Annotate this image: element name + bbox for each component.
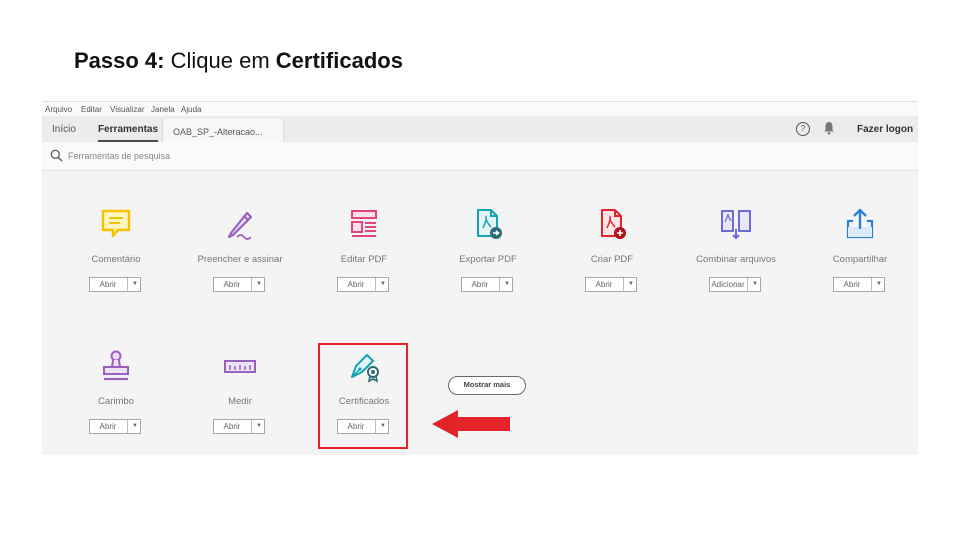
bell-icon[interactable]	[823, 121, 835, 140]
share-icon	[843, 207, 877, 241]
tool-label: Preencher e assinar	[197, 254, 283, 265]
open-dropdown[interactable]: Abrir ▼	[89, 419, 141, 434]
create-pdf-icon	[595, 207, 629, 241]
chevron-down-icon[interactable]: ▼	[127, 420, 142, 433]
chevron-down-icon[interactable]: ▼	[127, 278, 142, 291]
slide-title: Passo 4: Clique em Certificados	[74, 48, 403, 74]
tool-label: Editar PDF	[340, 254, 388, 265]
tab-bar: Início Ferramentas OAB_SP_-Alteracao... …	[42, 116, 918, 143]
tool-label: Compartilhar	[832, 254, 888, 265]
tool-label: Carimbo	[98, 396, 134, 407]
open-dropdown[interactable]: Abrir ▼	[213, 277, 265, 292]
tool-label: Certificados	[338, 396, 390, 407]
acrobat-screenshot: Arquivo Editar Visualizar Janela Ajuda I…	[42, 101, 918, 455]
login-link[interactable]: Fazer logon	[857, 124, 913, 135]
comment-icon	[99, 207, 133, 241]
add-dropdown[interactable]: Adicionar ▼	[709, 277, 761, 292]
open-dropdown[interactable]: Abrir ▼	[213, 419, 265, 434]
combine-files-icon	[719, 207, 753, 241]
menu-bar: Arquivo Editar Visualizar Janela Ajuda	[42, 102, 918, 116]
tool-certificados[interactable]: Certificados Abrir ▼	[304, 349, 424, 449]
tab-document-label: OAB_SP_-Alteracao...	[173, 127, 263, 137]
tool-carimbo[interactable]: Carimbo Abrir ▼	[56, 349, 176, 449]
chevron-down-icon[interactable]: ▼	[623, 278, 638, 291]
target-name: Certificados	[275, 48, 403, 73]
search-icon	[50, 149, 63, 167]
red-arrow-icon	[432, 407, 512, 446]
help-icon[interactable]: ?	[796, 122, 810, 136]
menu-item-visualizar[interactable]: Visualizar	[110, 105, 145, 114]
tool-combinar-arquivos[interactable]: Combinar arquivos Adicionar ▼	[676, 207, 796, 307]
search-input[interactable]	[68, 149, 268, 163]
tool-preencher-e-assinar[interactable]: Preencher e assinar Abrir ▼	[180, 207, 300, 307]
tool-label: Combinar arquivos	[696, 254, 776, 265]
tool-medir[interactable]: Medir Abrir ▼	[180, 349, 300, 449]
tab-tools[interactable]: Ferramentas	[98, 124, 159, 142]
menu-item-editar[interactable]: Editar	[81, 105, 102, 114]
tool-label: Criar PDF	[590, 254, 634, 265]
open-dropdown[interactable]: Abrir ▼	[461, 277, 513, 292]
open-dropdown[interactable]: Abrir ▼	[833, 277, 885, 292]
menu-item-janela[interactable]: Janela	[151, 105, 175, 114]
stamp-icon	[99, 349, 133, 383]
chevron-down-icon[interactable]: ▼	[251, 278, 266, 291]
tool-compartilhar[interactable]: Compartilhar Abrir ▼	[800, 207, 918, 307]
certificate-pen-icon	[347, 349, 381, 383]
search-bar	[42, 142, 918, 171]
step-label: Passo 4:	[74, 48, 165, 73]
fill-sign-pen-icon	[223, 207, 257, 241]
tool-exportar-pdf[interactable]: Exportar PDF Abrir ▼	[428, 207, 548, 307]
tool-label: Comentário	[91, 254, 141, 265]
ruler-icon	[223, 349, 257, 383]
chevron-down-icon[interactable]: ▼	[375, 278, 390, 291]
tool-comentario[interactable]: Comentário Abrir ▼	[56, 207, 176, 307]
tab-document[interactable]: OAB_SP_-Alteracao...	[162, 119, 284, 142]
tool-editar-pdf[interactable]: Editar PDF Abrir ▼	[304, 207, 424, 307]
open-dropdown[interactable]: Abrir ▼	[585, 277, 637, 292]
tool-label: Medir	[228, 396, 252, 407]
open-dropdown[interactable]: Abrir ▼	[89, 277, 141, 292]
chevron-down-icon[interactable]: ▼	[251, 420, 266, 433]
tool-label: Exportar PDF	[459, 254, 517, 265]
chevron-down-icon[interactable]: ▼	[375, 420, 390, 433]
export-pdf-icon	[471, 207, 505, 241]
chevron-down-icon[interactable]: ▼	[871, 278, 886, 291]
chevron-down-icon[interactable]: ▼	[499, 278, 514, 291]
menu-item-arquivo[interactable]: Arquivo	[45, 105, 72, 114]
chevron-down-icon[interactable]: ▼	[747, 278, 762, 291]
menu-item-ajuda[interactable]: Ajuda	[181, 105, 201, 114]
tab-home[interactable]: Início	[52, 124, 76, 135]
edit-pdf-icon	[347, 207, 381, 241]
instruction-text: Clique em	[170, 48, 270, 73]
open-dropdown[interactable]: Abrir ▼	[337, 277, 389, 292]
show-more-button[interactable]: Mostrar mais	[448, 376, 526, 395]
open-dropdown[interactable]: Abrir ▼	[337, 419, 389, 434]
tool-criar-pdf[interactable]: Criar PDF Abrir ▼	[552, 207, 672, 307]
